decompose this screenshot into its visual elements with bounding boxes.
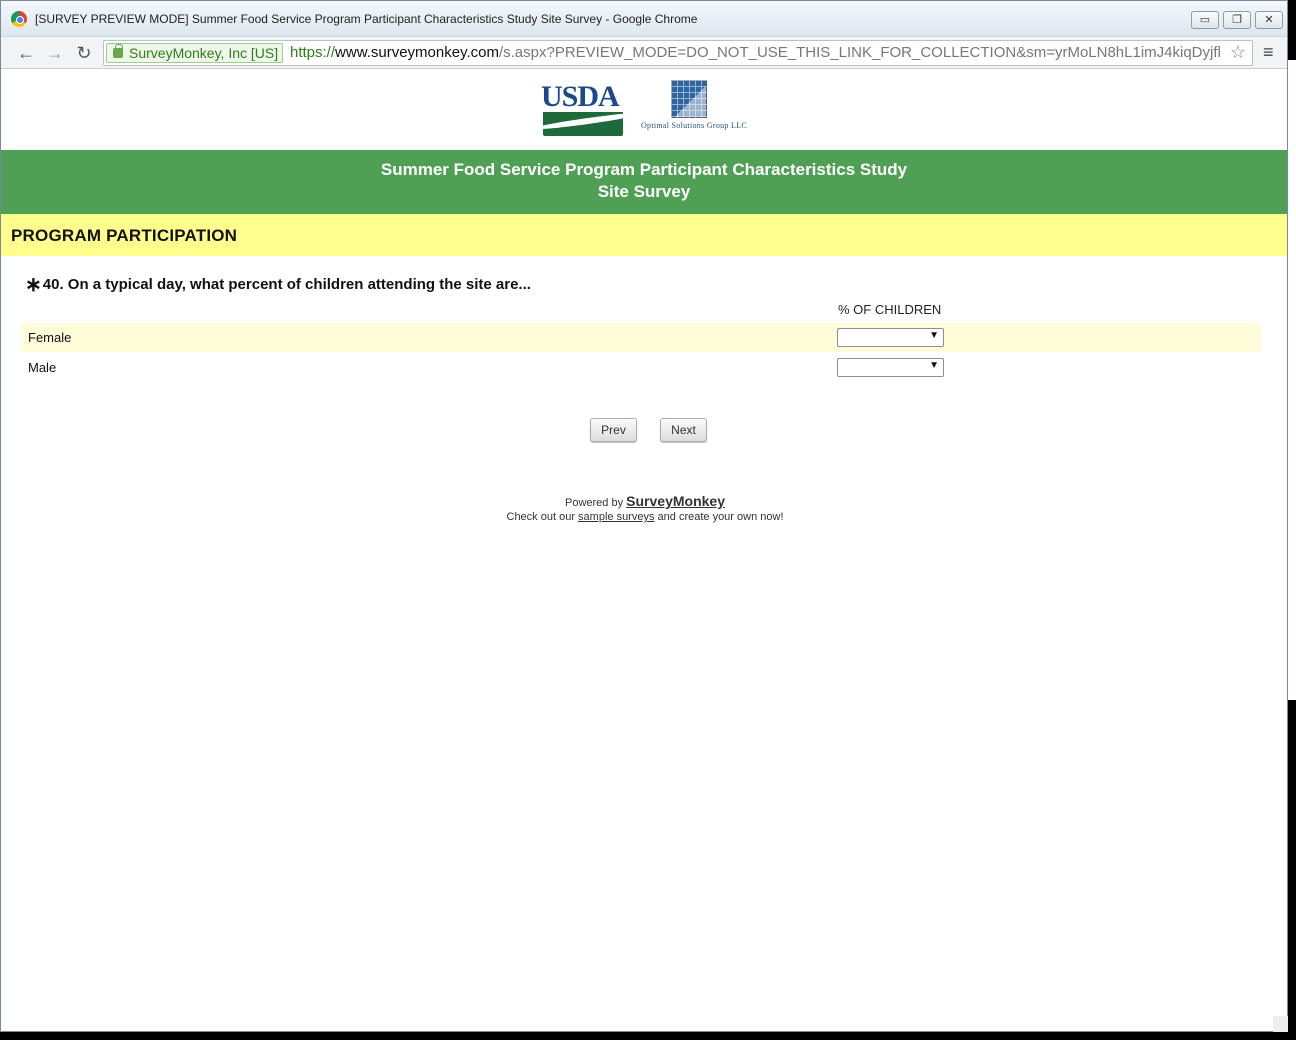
url-scheme: https:// bbox=[290, 44, 336, 61]
powered-by-text: Powered by bbox=[565, 497, 624, 509]
scrollbar-corner bbox=[1273, 1016, 1288, 1032]
browser-toolbar: ← → ↻ SurveyMonkey, Inc [US] https://www… bbox=[1, 37, 1287, 69]
prev-button[interactable]: Prev bbox=[590, 418, 637, 442]
surveymonkey-link[interactable]: SurveyMonkey bbox=[626, 493, 725, 509]
usda-logo: USDA bbox=[541, 80, 625, 136]
male-percent-dropdown[interactable]: ▼ bbox=[837, 358, 944, 377]
checkout-suffix: and create your own now! bbox=[657, 511, 784, 523]
matrix-row-male: Male ▼ bbox=[21, 353, 1261, 382]
checkout-footer: Check out our sample surveys and create … bbox=[1, 511, 1289, 523]
powered-by-footer: Powered by SurveyMonkey bbox=[1, 493, 1289, 509]
survey-title-line2: Site Survey bbox=[597, 182, 691, 201]
required-asterisk-icon: ∗ bbox=[25, 274, 42, 296]
url-host: www.surveymonkey.com bbox=[335, 44, 499, 61]
next-button[interactable]: Next bbox=[660, 418, 707, 442]
section-title: PROGRAM PARTICIPATION bbox=[11, 226, 238, 245]
minimize-button[interactable]: ▭ bbox=[1191, 11, 1219, 29]
section-header: PROGRAM PARTICIPATION bbox=[1, 214, 1287, 256]
bookmark-star-icon[interactable]: ☆ bbox=[1230, 42, 1246, 63]
column-header: % OF CHILDREN bbox=[838, 302, 942, 317]
usda-logo-band bbox=[543, 112, 623, 136]
usda-logo-text: USDA bbox=[541, 80, 620, 113]
dropdown-arrow-icon: ▼ bbox=[929, 330, 939, 341]
optimal-solutions-logo: Optimal Solutions Group LLC bbox=[637, 80, 751, 136]
chrome-logo-icon bbox=[11, 11, 27, 27]
ev-certificate-badge[interactable]: SurveyMonkey, Inc [US] bbox=[106, 43, 284, 63]
row-label: Male bbox=[28, 360, 57, 375]
question-title: ∗40. On a typical day, what percent of c… bbox=[25, 270, 531, 296]
survey-title-line1: Summer Food Service Program Participant … bbox=[380, 160, 908, 179]
title-bar: [SURVEY PREVIEW MODE] Summer Food Servic… bbox=[1, 1, 1287, 37]
checkout-prefix: Check out our bbox=[506, 511, 575, 523]
restore-button[interactable]: ❐ bbox=[1223, 11, 1251, 29]
address-bar[interactable]: SurveyMonkey, Inc [US] https://www.surve… bbox=[103, 40, 1253, 66]
url-text[interactable]: https://www.surveymonkey.com/s.aspx?PREV… bbox=[290, 44, 1230, 61]
lock-icon bbox=[113, 44, 123, 58]
female-percent-dropdown[interactable]: ▼ bbox=[837, 328, 944, 347]
forward-button[interactable]: → bbox=[44, 42, 66, 64]
url-path: /s.aspx?PREVIEW_MODE=DO_NOT_USE_THIS_LIN… bbox=[498, 44, 1221, 61]
sample-surveys-link[interactable]: sample surveys bbox=[578, 511, 654, 523]
survey-header: Summer Food Service Program Participant … bbox=[1, 150, 1287, 214]
dropdown-arrow-icon: ▼ bbox=[929, 360, 939, 371]
survey-page: USDA Optimal Solutions Group LLC Summer … bbox=[1, 70, 1287, 1031]
browser-window: [SURVEY PREVIEW MODE] Summer Food Servic… bbox=[0, 0, 1288, 1032]
chrome-menu-icon[interactable]: ≡ bbox=[1263, 42, 1274, 63]
row-label: Female bbox=[28, 330, 72, 345]
optimal-solutions-name: Optimal Solutions Group LLC bbox=[640, 121, 748, 130]
close-window-button[interactable]: ✕ bbox=[1255, 11, 1283, 29]
question-text: 40. On a typical day, what percent of ch… bbox=[42, 276, 531, 293]
logo-area: USDA Optimal Solutions Group LLC bbox=[541, 80, 751, 140]
matrix-row-female: Female ▼ bbox=[21, 323, 1261, 352]
ev-label: SurveyMonkey, Inc [US] bbox=[129, 45, 279, 61]
window-title: [SURVEY PREVIEW MODE] Summer Food Servic… bbox=[35, 12, 698, 26]
back-button[interactable]: ← bbox=[15, 42, 37, 64]
reload-button[interactable]: ↻ bbox=[73, 42, 95, 64]
background-window-edge bbox=[1288, 60, 1296, 700]
optimal-solutions-grid-icon bbox=[671, 80, 707, 118]
